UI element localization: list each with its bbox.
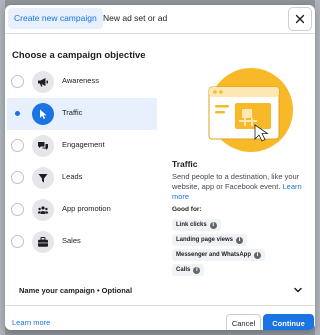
- objective-detail-description: Send people to a destination, like your …: [172, 172, 307, 202]
- continue-button[interactable]: Continue: [263, 314, 314, 330]
- info-icon[interactable]: i: [193, 266, 201, 274]
- chevron-down-icon: [294, 287, 302, 293]
- create-campaign-dialog: Create new campaign New ad set or ad Cho…: [5, 5, 315, 330]
- header-divider: [5, 33, 315, 34]
- objective-awareness[interactable]: Awareness: [7, 66, 157, 98]
- good-for-chip: Landing page views i: [172, 234, 248, 246]
- people-icon: [32, 199, 54, 221]
- objective-label: App promotion: [62, 204, 111, 213]
- objective-label: Sales: [62, 236, 81, 245]
- objective-list: Awareness Traffic Engagement Leads App p…: [7, 66, 157, 258]
- objective-radio[interactable]: [11, 75, 24, 88]
- chip-label: Messenger and WhatsApp: [176, 252, 252, 258]
- good-for-chip: Messenger and WhatsApp i: [172, 249, 266, 261]
- megaphone-icon: [32, 71, 54, 93]
- objective-app-promotion[interactable]: App promotion: [7, 194, 157, 226]
- objective-detail-title: Traffic: [172, 159, 198, 169]
- objective-engagement[interactable]: Engagement: [7, 130, 157, 162]
- objective-radio[interactable]: [11, 171, 24, 184]
- info-icon[interactable]: i: [236, 236, 244, 244]
- objective-label: Traffic: [62, 108, 83, 117]
- chip-label: Link clicks: [176, 222, 207, 228]
- good-for-chip: Link clicks i: [172, 219, 221, 231]
- cancel-button[interactable]: Cancel: [226, 314, 261, 330]
- objective-radio[interactable]: [11, 107, 24, 120]
- objective-label: Engagement: [62, 140, 105, 149]
- objective-radio[interactable]: [11, 203, 24, 216]
- tab-new-ad-set-or-ad[interactable]: New ad set or ad: [97, 8, 173, 29]
- good-for-chip: Calls i: [172, 264, 205, 276]
- name-campaign-expander[interactable]: Name your campaign • Optional: [5, 281, 315, 301]
- objective-sales[interactable]: Sales: [7, 226, 157, 258]
- objective-leads[interactable]: Leads: [7, 162, 157, 194]
- objective-traffic[interactable]: Traffic: [7, 98, 157, 130]
- chip-label: Calls: [176, 267, 191, 273]
- objective-label: Leads: [62, 172, 83, 181]
- chip-label: Landing page views: [176, 237, 234, 243]
- description-text: Send people to a destination, like your …: [172, 172, 300, 191]
- close-button[interactable]: [288, 7, 312, 31]
- backdrop-right: [315, 0, 320, 335]
- footer-divider: [5, 305, 315, 306]
- tab-create-new-campaign[interactable]: Create new campaign: [8, 8, 103, 29]
- chat-bubbles-icon: [32, 135, 54, 157]
- dialog-header: Create new campaign New ad set or ad: [5, 5, 315, 33]
- cursor-icon: [32, 103, 54, 125]
- section-title: Choose a campaign objective: [12, 50, 146, 61]
- briefcase-icon: [32, 231, 54, 253]
- traffic-illustration: [208, 68, 293, 152]
- good-for-label: Good for:: [172, 206, 202, 213]
- info-icon[interactable]: i: [209, 221, 217, 229]
- info-icon[interactable]: i: [254, 251, 262, 259]
- filter-icon: [32, 167, 54, 189]
- close-icon: [295, 14, 305, 24]
- name-campaign-label: Name your campaign • Optional: [19, 286, 133, 295]
- objective-radio[interactable]: [11, 235, 24, 248]
- footer-learn-more-link[interactable]: Learn more: [12, 318, 50, 327]
- objective-label: Awareness: [62, 76, 99, 85]
- objective-radio[interactable]: [11, 139, 24, 152]
